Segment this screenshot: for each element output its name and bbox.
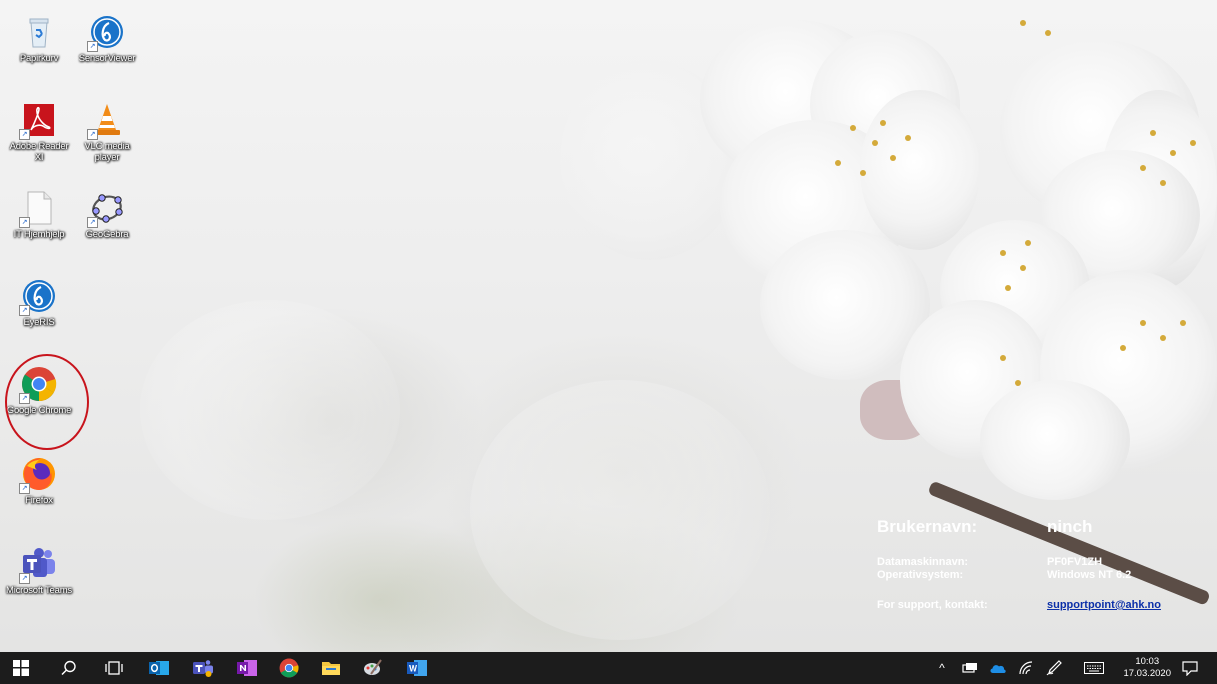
support-email-link[interactable]: supportpoint@ahk.no — [1047, 599, 1161, 611]
onedrive-cloud-icon — [990, 665, 1006, 673]
os-value: Windows NT 6.2 — [1047, 569, 1132, 581]
clock-time: 10:03 — [1135, 656, 1160, 667]
sensorviewer-icon: ↗ — [87, 14, 125, 52]
shortcut-arrow-icon: ↗ — [87, 129, 98, 140]
shortcut-arrow-icon: ↗ — [19, 573, 30, 584]
desktop-icon-sensorviewer[interactable]: ↗ SensorViewer — [74, 14, 140, 64]
icon-label: Microsoft Teams — [6, 585, 72, 596]
highlight-circle-annotation — [5, 354, 89, 450]
computer-value: PF0FV1ZH — [1047, 556, 1103, 568]
folder-icon — [322, 662, 340, 675]
username-label: Brukernavn: — [877, 517, 978, 536]
blurred-blossom — [140, 300, 400, 520]
taskbar: ^ 10:03 17.03.2020 — [0, 652, 1217, 684]
onenote-icon — [237, 660, 257, 676]
taskbar-paint[interactable] — [356, 652, 390, 684]
search-icon — [61, 660, 76, 676]
blossom-petal — [980, 380, 1130, 500]
taskbar-clock[interactable]: 10:03 17.03.2020 — [1123, 656, 1171, 680]
tray-pen[interactable] — [1042, 652, 1066, 684]
paint-icon — [364, 659, 382, 675]
tray-touch-keyboard[interactable] — [1082, 652, 1106, 684]
windows-logo-icon — [13, 660, 29, 676]
vlc-cone-icon: ↗ — [87, 102, 125, 140]
computer-label: Datamaskinnavn: — [877, 556, 969, 568]
tray-wifi[interactable] — [1014, 652, 1038, 684]
shortcut-arrow-icon: ↗ — [19, 217, 30, 228]
drive-sync-icon — [962, 663, 977, 673]
branch — [927, 480, 1211, 606]
desktop-icon-vlc[interactable]: ↗ VLC media player — [74, 102, 140, 163]
support-label: For support, kontakt: — [877, 599, 988, 611]
pen-icon — [1046, 660, 1062, 676]
desktop-wallpaper — [0, 0, 1217, 652]
shortcut-arrow-icon: ↗ — [87, 41, 98, 52]
icon-label: IT Hjemhjelp — [13, 229, 65, 240]
chevron-up-icon: ^ — [939, 661, 945, 675]
action-center-button[interactable] — [1178, 652, 1202, 684]
clock-date: 17.03.2020 — [1123, 668, 1171, 679]
outlook-icon — [149, 661, 169, 675]
icon-label: GeoGebra — [85, 229, 129, 240]
desktop-icon-microsoft-teams[interactable]: ↗ Microsoft Teams — [6, 546, 72, 596]
support-email[interactable]: supportpoint@ahk.no — [1047, 599, 1161, 611]
blurred-blossom — [470, 380, 770, 640]
desktop-icon-eyeris[interactable]: ↗ EyeRIS — [6, 278, 72, 328]
geogebra-icon: ↗ — [87, 190, 125, 228]
taskbar-file-explorer[interactable] — [314, 652, 348, 684]
shortcut-arrow-icon: ↗ — [19, 129, 30, 140]
teams-icon: ↗ — [19, 546, 57, 584]
taskbar-onenote[interactable] — [230, 652, 264, 684]
task-view-button[interactable] — [97, 652, 131, 684]
taskbar-outlook[interactable] — [142, 652, 176, 684]
adobe-reader-icon: ↗ — [19, 102, 57, 140]
desktop-icon-geogebra[interactable]: ↗ GeoGebra — [74, 190, 140, 240]
document-file-icon: ↗ — [19, 190, 57, 228]
icon-label: Firefox — [25, 495, 53, 506]
chrome-icon — [279, 658, 299, 678]
desktop-icon-adobe-reader[interactable]: ↗ Adobe Reader XI — [6, 102, 72, 163]
notification-icon — [1182, 660, 1198, 676]
icon-label: SensorViewer — [78, 53, 136, 64]
os-label: Operativsystem: — [877, 569, 964, 581]
search-button[interactable] — [52, 652, 86, 684]
task-view-icon — [105, 661, 123, 675]
taskbar-chrome[interactable] — [272, 652, 306, 684]
icon-label: EyeRIS — [23, 317, 55, 328]
icon-label: Adobe Reader XI — [9, 141, 69, 163]
recycle-bin-icon — [21, 14, 57, 50]
wifi-icon — [1019, 661, 1033, 675]
start-button[interactable] — [4, 652, 38, 684]
firefox-icon: ↗ — [19, 456, 57, 494]
taskbar-teams[interactable] — [186, 652, 220, 684]
username-value: ninch — [1047, 517, 1093, 536]
shortcut-arrow-icon: ↗ — [19, 305, 30, 316]
icon-label: Papirkurv — [19, 53, 59, 64]
word-icon — [407, 660, 427, 676]
tray-network-drive[interactable] — [958, 652, 982, 684]
desktop-icon-firefox[interactable]: ↗ Firefox — [6, 456, 72, 506]
shortcut-arrow-icon: ↗ — [19, 483, 30, 494]
eyeris-icon: ↗ — [19, 278, 57, 316]
desktop-icon-it-hjemhjelp[interactable]: ↗ IT Hjemhjelp — [6, 190, 72, 240]
taskbar-word[interactable] — [400, 652, 434, 684]
desktop-icon-recycle-bin[interactable]: Papirkurv — [6, 14, 72, 64]
keyboard-icon — [1084, 662, 1104, 674]
tray-onedrive[interactable] — [986, 652, 1010, 684]
icon-label: VLC media player — [84, 141, 130, 163]
tray-show-hidden-icons[interactable]: ^ — [932, 652, 952, 684]
blossom-petal — [860, 90, 980, 250]
shortcut-arrow-icon: ↗ — [87, 217, 98, 228]
teams-icon — [193, 660, 213, 677]
